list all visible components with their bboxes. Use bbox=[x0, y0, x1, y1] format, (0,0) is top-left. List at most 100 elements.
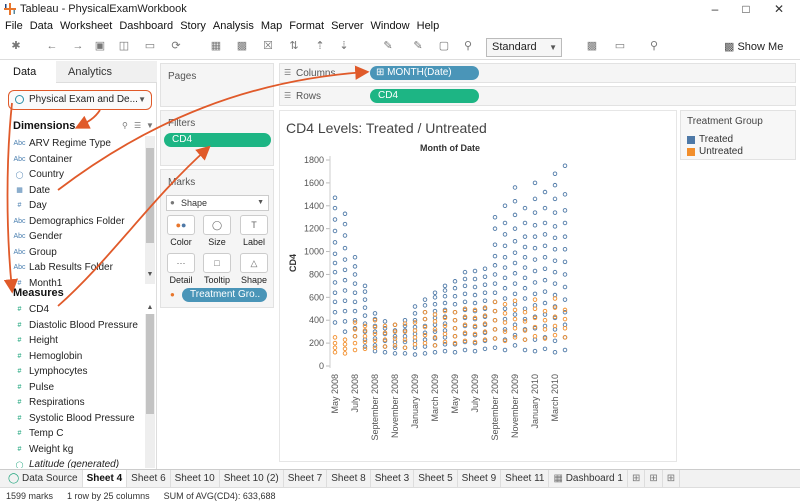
field-month1[interactable]: # Month1 bbox=[0, 276, 143, 286]
field-weight-kg[interactable]: # Weight kg bbox=[0, 442, 143, 458]
filter-pill-cd4[interactable]: CD4 bbox=[164, 133, 271, 147]
menu-server[interactable]: Server bbox=[331, 20, 363, 32]
datasource-select[interactable]: Physical Exam and De... ▼ bbox=[8, 90, 152, 110]
menu-dashboard[interactable]: Dashboard bbox=[119, 20, 173, 32]
fix-axes-icon[interactable]: ⚲ bbox=[460, 38, 476, 54]
group-icon[interactable]: ✎ bbox=[410, 38, 426, 54]
tab-data[interactable]: Data bbox=[0, 61, 56, 83]
field-lymphocytes[interactable]: # Lymphocytes bbox=[0, 364, 143, 380]
sort-descending-icon[interactable]: ⇣ bbox=[336, 38, 352, 54]
pages-card[interactable]: Pages bbox=[160, 63, 274, 107]
new-story-tab-icon[interactable]: ⊞ bbox=[663, 469, 681, 488]
field-hemoglobin[interactable]: # Hemoglobin bbox=[0, 349, 143, 365]
tab-sheet-10-2[interactable]: Sheet 10 (2) bbox=[220, 469, 284, 488]
redo-icon[interactable]: → bbox=[70, 38, 86, 54]
menu-format[interactable]: Format bbox=[289, 20, 324, 32]
field-container[interactable]: Abc Container bbox=[0, 152, 143, 168]
show-cards-icon[interactable]: ▩ bbox=[584, 38, 600, 54]
search-icon[interactable]: ⚲ bbox=[122, 121, 128, 130]
size-button[interactable]: ◯ Size bbox=[200, 215, 234, 251]
tab-sheet-4[interactable]: Sheet 4 bbox=[82, 469, 128, 488]
tableau-home-icon[interactable]: ✱ bbox=[8, 38, 24, 54]
field-lab-results-folder[interactable]: Abc Lab Results Folder bbox=[0, 260, 143, 276]
field-demographics-folder[interactable]: Abc Demographics Folder bbox=[0, 214, 143, 230]
columns-shelf[interactable]: ☰ Columns bbox=[279, 63, 796, 83]
tab-dashboard-1[interactable]: ▦ Dashboard 1 bbox=[549, 469, 628, 488]
field-arv-regime-type[interactable]: Abc ARV Regime Type bbox=[0, 136, 143, 152]
menu-story[interactable]: Story bbox=[180, 20, 206, 32]
field-temp-c[interactable]: # Temp C bbox=[0, 426, 143, 442]
rows-shelf[interactable]: ☰ Rows bbox=[279, 86, 796, 106]
field-date[interactable]: ▦ Date bbox=[0, 183, 143, 199]
measures-scrollbar[interactable] bbox=[145, 314, 155, 468]
field-country[interactable]: ◯ Country bbox=[0, 167, 143, 183]
field-day[interactable]: # Day bbox=[0, 198, 143, 214]
scatter-chart[interactable]: Month of Date CD4 0 200 400 600 800 1000 1200 140… bbox=[280, 138, 676, 460]
close-icon[interactable]: ✕ bbox=[764, 0, 794, 18]
tooltip-button[interactable]: □ Tooltip bbox=[200, 253, 234, 289]
scroll-thumb[interactable] bbox=[146, 148, 154, 243]
presentation-mode-icon[interactable]: ▭ bbox=[612, 38, 628, 54]
duplicate-sheet-icon[interactable]: ▩ bbox=[234, 38, 250, 54]
mark-pill-treatment-group[interactable]: Treatment Gro.. bbox=[182, 288, 267, 302]
tab-sheet-8[interactable]: Sheet 8 bbox=[327, 469, 371, 488]
menu-data[interactable]: Data bbox=[30, 20, 53, 32]
pause-updates-icon[interactable]: ▭ bbox=[142, 38, 158, 54]
field-gender[interactable]: Abc Gender bbox=[0, 229, 143, 245]
maximize-icon[interactable]: □ bbox=[731, 0, 761, 18]
tab-sheet-9[interactable]: Sheet 9 bbox=[458, 469, 502, 488]
sort-ascending-icon[interactable]: ⇡ bbox=[312, 38, 328, 54]
view-options-icon[interactable]: ☰ bbox=[134, 121, 141, 130]
field-height[interactable]: # Height bbox=[0, 333, 143, 349]
field-respirations[interactable]: # Respirations bbox=[0, 395, 143, 411]
menu-help[interactable]: Help bbox=[417, 20, 440, 32]
menu-window[interactable]: Window bbox=[371, 20, 410, 32]
tab-sheet-6[interactable]: Sheet 6 bbox=[127, 469, 171, 488]
share-icon[interactable]: ⚲ bbox=[646, 38, 662, 54]
columns-pill-month-date[interactable]: ⊞ MONTH(Date) bbox=[370, 66, 479, 80]
field-group[interactable]: Abc Group bbox=[0, 245, 143, 261]
mark-type-select[interactable]: ● Shape ▼ bbox=[166, 195, 269, 211]
field-systolic-blood-pressure[interactable]: # Systolic Blood Pressure bbox=[0, 411, 143, 427]
scroll-up-icon[interactable]: ▲ bbox=[145, 304, 155, 311]
field-pulse[interactable]: # Pulse bbox=[0, 380, 143, 396]
field-diastolic-blood-pressure[interactable]: # Diastolic Blood Pressure bbox=[0, 318, 143, 334]
dimensions-scrollbar[interactable] bbox=[145, 136, 155, 284]
scroll-down-icon[interactable]: ▼ bbox=[145, 271, 155, 278]
undo-icon[interactable]: ← bbox=[44, 38, 60, 54]
new-dashboard-tab-icon[interactable]: ⊞ bbox=[645, 469, 663, 488]
tab-sheet-3[interactable]: Sheet 3 bbox=[371, 469, 415, 488]
tab-data-source[interactable]: ◯ Data Source bbox=[0, 469, 83, 488]
menu-worksheet[interactable]: Worksheet bbox=[60, 20, 112, 32]
field-cd4[interactable]: # CD4 bbox=[0, 302, 143, 318]
filters-card[interactable]: Filters CD4 bbox=[160, 110, 274, 166]
tab-sheet-7[interactable]: Sheet 7 bbox=[284, 469, 328, 488]
minimize-icon[interactable]: – bbox=[700, 0, 730, 18]
highlight-icon[interactable]: ✎ bbox=[380, 38, 396, 54]
treatment-group-legend[interactable]: Treatment Group Treated Untreated bbox=[680, 110, 796, 160]
legend-item-untreated[interactable]: Untreated bbox=[687, 146, 743, 157]
legend-item-treated[interactable]: Treated bbox=[687, 134, 733, 145]
clear-sheet-icon[interactable]: ☒ bbox=[260, 38, 276, 54]
color-button[interactable]: ● ● Color bbox=[164, 215, 198, 251]
tab-analytics[interactable]: Analytics bbox=[56, 61, 157, 83]
new-worksheet-tab-icon[interactable]: ⊞ bbox=[628, 469, 646, 488]
fit-mode-select[interactable]: Standard ▼ bbox=[486, 38, 562, 57]
swap-icon[interactable]: ⇅ bbox=[286, 38, 302, 54]
rows-pill-cd4[interactable]: CD4 bbox=[370, 89, 479, 103]
label-button[interactable]: T Label bbox=[237, 215, 271, 251]
chevron-down-icon[interactable]: ▼ bbox=[146, 121, 154, 130]
shape-button[interactable]: △ Shape bbox=[237, 253, 271, 289]
field-latitude-generated[interactable]: ◯ Latitude (generated) bbox=[0, 457, 143, 468]
refresh-icon[interactable]: ⟳ bbox=[168, 38, 184, 54]
save-icon[interactable]: ▣ bbox=[92, 38, 108, 54]
detail-button[interactable]: ⋯ Detail bbox=[164, 253, 198, 289]
scroll-thumb[interactable] bbox=[146, 314, 154, 414]
tab-sheet-11[interactable]: Sheet 11 bbox=[501, 469, 550, 488]
tab-sheet-10[interactable]: Sheet 10 bbox=[171, 469, 220, 488]
new-datasource-icon[interactable]: ◫ bbox=[116, 38, 132, 54]
menu-analysis[interactable]: Analysis bbox=[213, 20, 254, 32]
menu-map[interactable]: Map bbox=[261, 20, 282, 32]
labels-icon[interactable]: ▢ bbox=[436, 38, 452, 54]
tab-sheet-5[interactable]: Sheet 5 bbox=[414, 469, 458, 488]
